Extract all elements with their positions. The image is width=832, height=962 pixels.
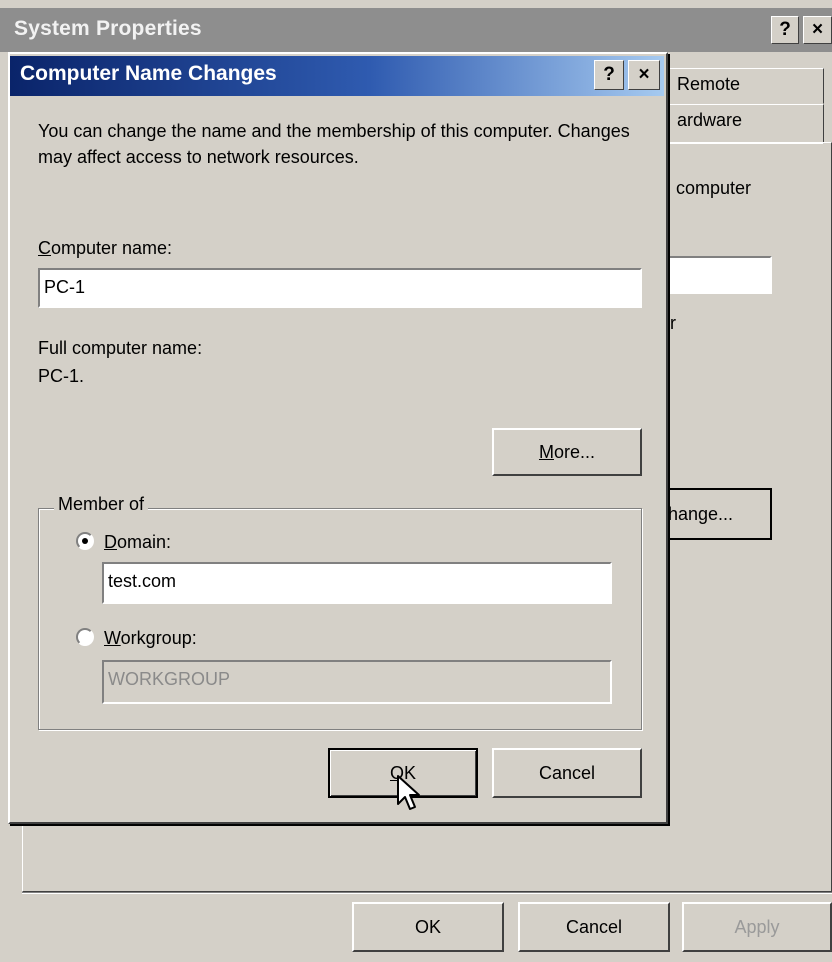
system-ok-button[interactable]: OK <box>352 902 504 952</box>
mouse-pointer-icon <box>396 774 422 819</box>
workgroup-input: WORKGROUP <box>102 660 612 704</box>
panel-text-fragment-r: r <box>670 313 676 333</box>
workgroup-radio[interactable] <box>76 628 94 646</box>
close-icon[interactable]: × <box>803 16 832 44</box>
full-computer-name-label: Full computer name: <box>38 338 203 358</box>
panel-text-fragment: computer <box>676 178 752 198</box>
dialog-title: Computer Name Changes <box>20 62 277 85</box>
apply-button[interactable]: Apply <box>682 902 832 952</box>
tab-hardware[interactable]: ardware <box>664 104 824 144</box>
domain-label[interactable]: Domain: <box>104 530 171 554</box>
accel-m: M <box>538 442 554 462</box>
system-properties-title: System Properties <box>14 17 202 40</box>
system-cancel-button[interactable]: Cancel <box>518 902 670 952</box>
computer-name-label-text: omputer name: <box>51 238 173 258</box>
panel-divider <box>22 892 832 894</box>
workgroup-label-text: orkgroup: <box>120 628 197 648</box>
dialog-close-icon[interactable]: × <box>628 60 660 90</box>
domain-input[interactable]: test.com <box>102 562 612 604</box>
domain-label-text: omain: <box>117 532 172 552</box>
radio-selected-dot <box>82 538 88 544</box>
dialog-cancel-button[interactable]: Cancel <box>492 748 642 798</box>
full-computer-name-value: PC-1. <box>38 366 85 386</box>
dialog-description: You can change the name and the membersh… <box>38 121 630 167</box>
change-button[interactable]: hange... <box>652 488 772 540</box>
tab-remote[interactable]: Remote <box>664 68 824 104</box>
accel-d: D <box>104 532 117 552</box>
more-button-text: ore... <box>553 442 596 462</box>
accel-w: W <box>104 628 121 648</box>
computer-name-label: Computer name: <box>38 236 172 260</box>
help-icon[interactable]: ? <box>771 16 799 44</box>
accel-c: C <box>38 238 51 258</box>
panel-field-fragment <box>664 256 772 294</box>
dialog-help-icon[interactable]: ? <box>594 60 624 90</box>
workgroup-label[interactable]: Workgroup: <box>104 626 197 650</box>
more-button[interactable]: More... <box>492 428 642 476</box>
computer-name-input[interactable]: PC-1 <box>38 268 642 308</box>
member-of-label: Member of <box>54 494 149 515</box>
